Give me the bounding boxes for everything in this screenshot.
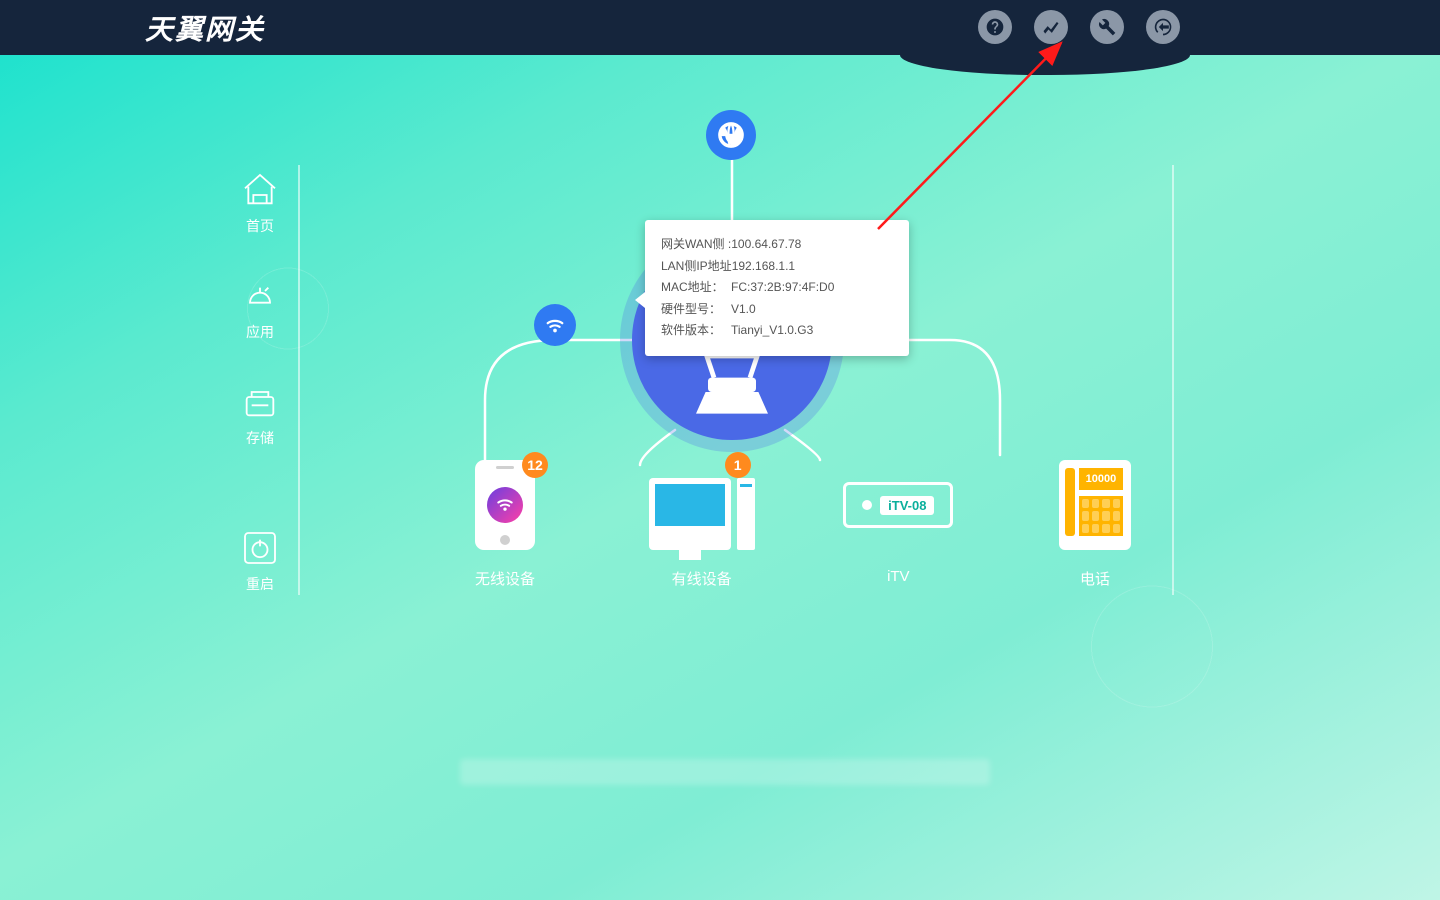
phone-label: 电话 [1080,568,1110,589]
device-row: 12 无线设备 1 有线设备 iTV-08 iTV [420,460,1180,589]
itv-model: iTV-08 [880,496,934,515]
header-dropdown-tail [900,55,1190,75]
header-icon-group [978,10,1180,44]
itv-label: iTV [887,568,910,585]
sidebar-label-reboot: 重启 [246,574,274,594]
sidebar: 首页 应用 存储 重启 [230,170,290,634]
device-wireless[interactable]: 12 无线设备 [420,460,590,589]
help-icon[interactable] [978,10,1012,44]
sidebar-item-reboot[interactable]: 重启 [240,528,280,594]
wired-device-icon: 1 [647,460,757,550]
tt-k-wan: 网关WAN侧 : [661,234,731,256]
phone-device-icon: 10000 [1040,460,1150,550]
gateway-info-tooltip: 网关WAN侧 :100.64.67.78 LAN侧IP地址192.168.1.1… [645,220,909,356]
phone-display: 10000 [1079,468,1123,490]
logo-text: 天翼网关 [145,8,265,48]
device-phone[interactable]: 10000 电话 [1010,460,1180,589]
wireless-device-icon: 12 [450,460,560,550]
stats-icon[interactable] [1034,10,1068,44]
sidebar-label-home: 首页 [246,216,274,236]
tt-k-lan: LAN侧IP地址 [661,256,732,278]
sidebar-label-storage: 存储 [246,428,274,448]
sidebar-item-apps[interactable]: 应用 [240,276,280,342]
wireless-badge: 12 [522,452,548,478]
tt-k-mac: MAC地址： [661,277,731,299]
logout-icon[interactable] [1146,10,1180,44]
globe-icon[interactable] [706,110,756,160]
tt-v-hw: V1.0 [731,299,756,321]
settings-wrench-icon[interactable] [1090,10,1124,44]
tt-k-hw: 硬件型号： [661,299,731,321]
wifi-node-icon[interactable] [534,304,576,346]
footer-blur [460,759,990,785]
wireless-label: 无线设备 [475,568,535,589]
header-bar: 天翼网关 [0,0,1440,55]
tt-v-mac: FC:37:2B:97:4F:D0 [731,277,834,299]
tt-v-sw: Tianyi_V1.0.G3 [731,320,813,342]
tt-v-lan: 192.168.1.1 [732,256,795,278]
tt-k-sw: 软件版本： [661,320,731,342]
sidebar-item-home[interactable]: 首页 [240,170,280,236]
sidebar-label-apps: 应用 [246,322,274,342]
sidebar-item-storage[interactable]: 存储 [240,382,280,448]
wired-badge: 1 [725,452,751,478]
itv-device-icon: iTV-08 [843,460,953,550]
tt-v-wan: 100.64.67.78 [731,234,801,256]
wired-label: 有线设备 [672,568,732,589]
device-itv[interactable]: iTV-08 iTV [813,460,983,589]
device-wired[interactable]: 1 有线设备 [617,460,787,589]
